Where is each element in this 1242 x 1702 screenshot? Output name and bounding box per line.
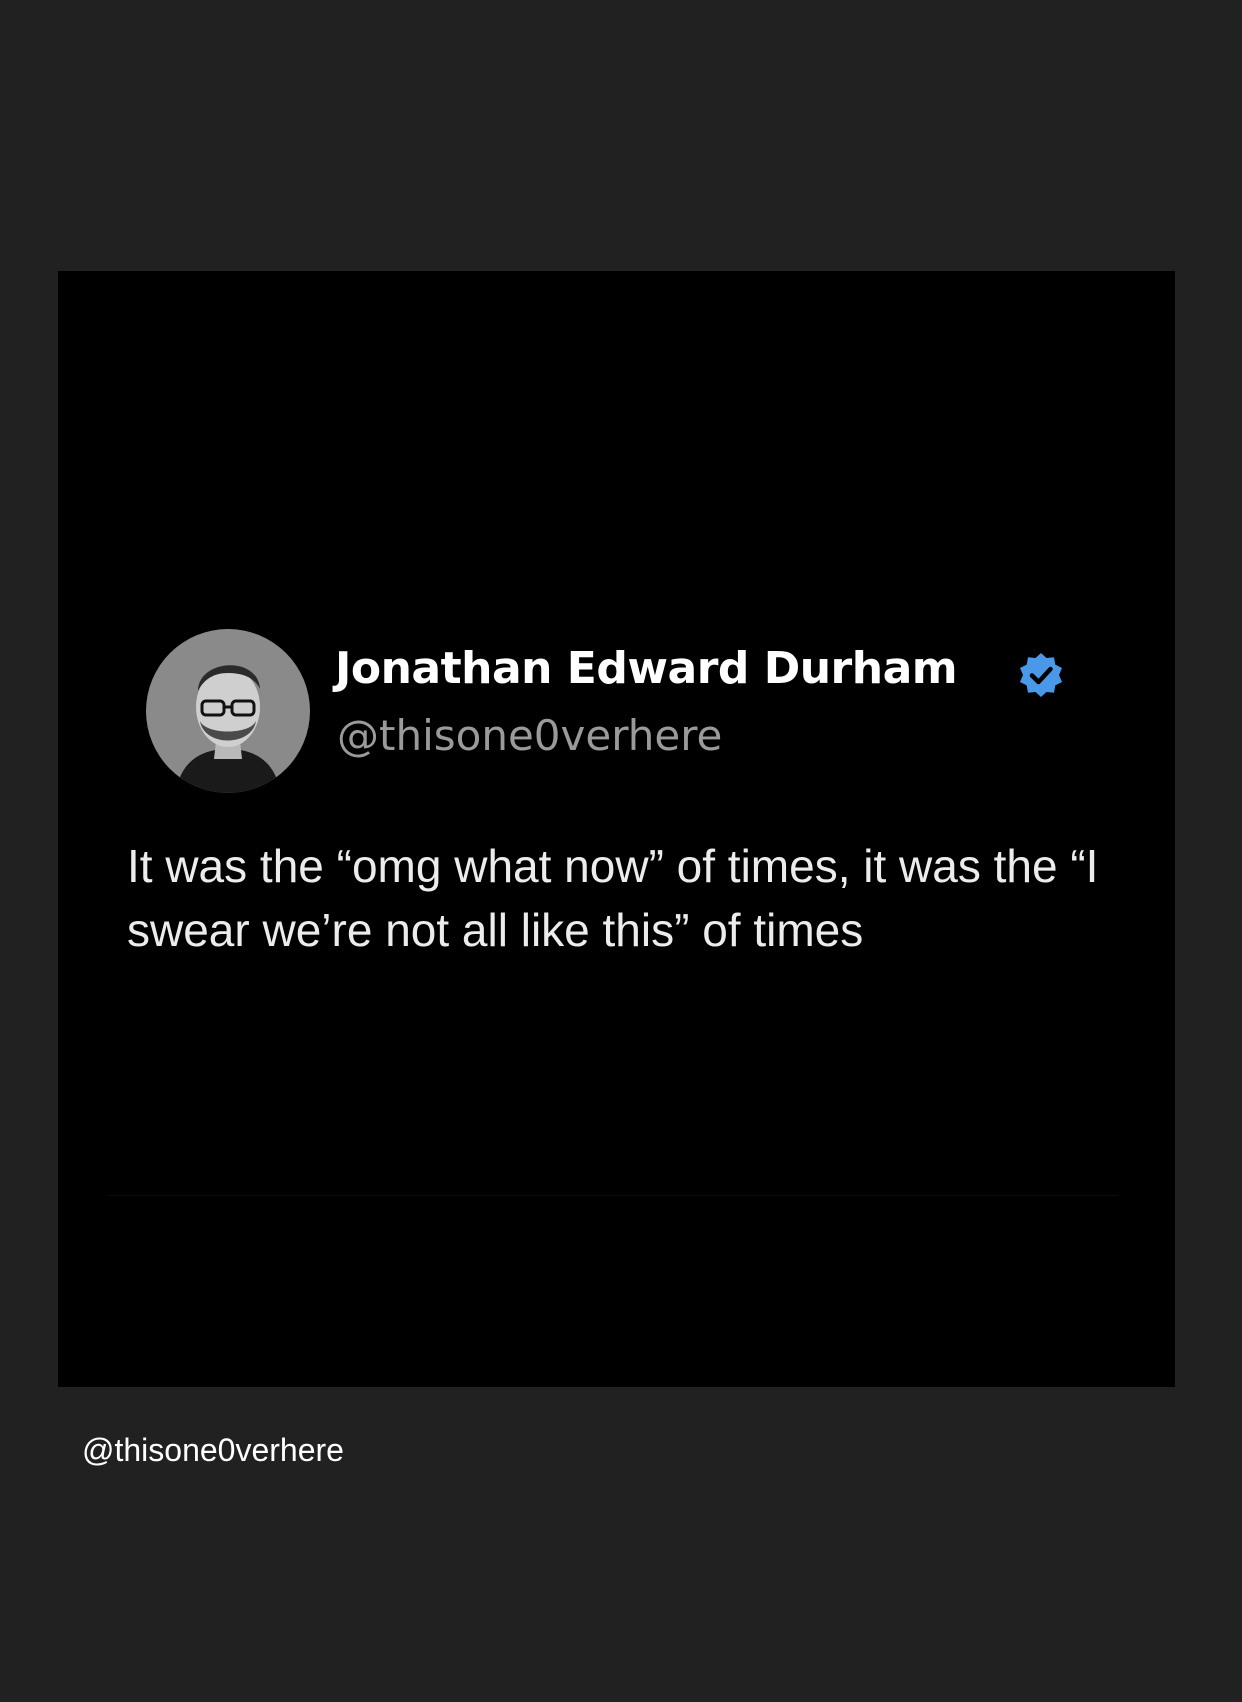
post-image[interactable]: Jonathan Edward Durham @thisone0verhere … [58, 271, 1175, 1387]
avatar-portrait [146, 629, 310, 793]
verified-badge-icon [1020, 653, 1062, 697]
tweet-text: It was the “omg what now” of times, it w… [127, 840, 1099, 956]
caption-handle[interactable]: @thisone0verhere [82, 1430, 344, 1470]
author-avatar [146, 629, 310, 793]
divider [108, 1195, 1118, 1196]
author-name: Jonathan Edward Durham [335, 643, 958, 694]
author-handle: @thisone0verhere [337, 711, 723, 760]
